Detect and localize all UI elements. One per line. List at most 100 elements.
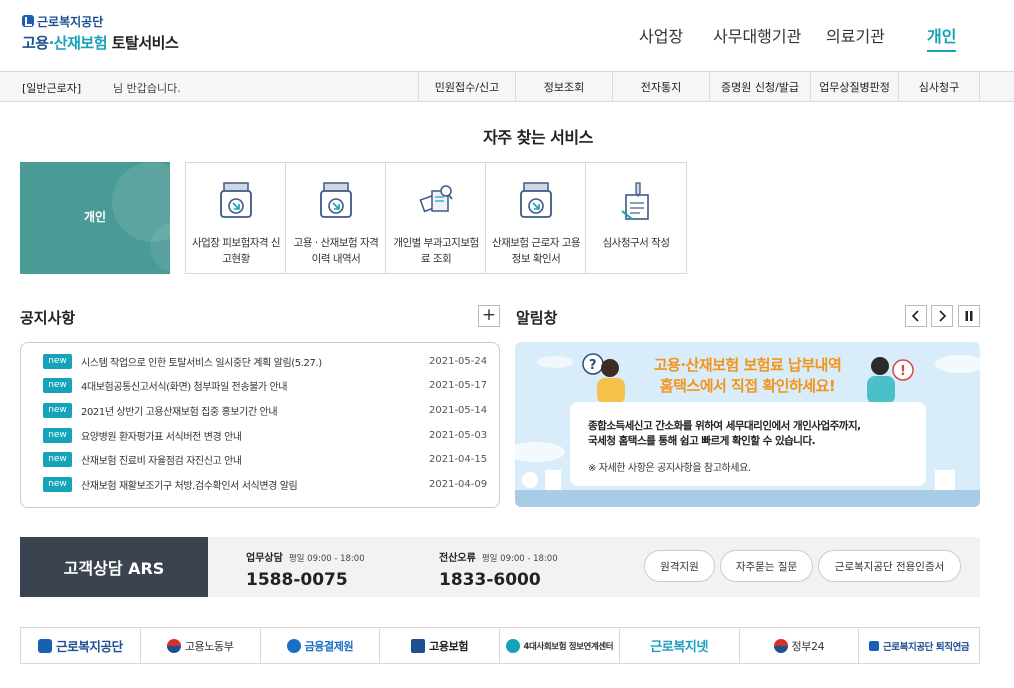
comwel-logo-icon	[868, 640, 879, 651]
document-tray-icon	[520, 182, 552, 218]
fav-item-label: 심사청구서 작성	[602, 237, 670, 249]
favorites-title: 자주 찾는 서비스	[483, 128, 593, 147]
related-4insure[interactable]: 4대사회보험 정보연계센터	[500, 628, 620, 663]
notice-row[interactable]: new 산재보험 재활보조기구 처방.검수확인서 서식변경 알림 2021-04…	[43, 475, 493, 493]
gnb-business[interactable]: 사업장	[639, 23, 683, 47]
alarm-next-button[interactable]	[931, 305, 953, 327]
banner-body-1: 종합소득세신고 간소화를 위하여 세무대리인에서 개인사업주까지,	[588, 420, 861, 432]
taegeuk-icon	[166, 638, 181, 653]
banner-card: 종합소득세신고 간소화를 위하여 세무대리인에서 개인사업주까지, 국세청 홈택…	[570, 402, 926, 486]
fav-item-insured-status[interactable]: 사업장 피보험자격 신고현황	[186, 163, 286, 273]
notice-row-date: 2021-05-03	[429, 429, 488, 441]
favorites-category-label: 개인	[83, 210, 107, 224]
related-comwel[interactable]: 근로복지공단	[21, 628, 141, 663]
cs-block-work: 업무상담 평일 09:00 - 18:00 1588-0075	[246, 549, 365, 590]
cs-block-label-row: 업무상담 평일 09:00 - 18:00	[246, 549, 365, 564]
notice-row[interactable]: new 시스템 작업으로 인한 토탈서비스 일시중단 계획 알림(5.27.) …	[43, 352, 493, 370]
new-badge: new	[43, 427, 72, 443]
notice-row[interactable]: new 요양병원 환자평가표 서식버전 변경 안내 2021-05-03	[43, 426, 493, 444]
sub-menu: 민원접수/신고 정보조회 전자통지 증명원 신청/발급 업무상질병판정 심사청구	[418, 72, 980, 102]
customer-service-bar: 고객상담 ARS 업무상담 평일 09:00 - 18:00 1588-0075 …	[20, 537, 980, 597]
fav-item-employment-confirmation[interactable]: 산재보험 근로자 고용정보 확인서	[486, 163, 586, 273]
notice-row-date: 2021-04-09	[429, 478, 488, 490]
favorites-grid: 사업장 피보험자격 신고현황 고용 · 산재보험 자격 이력 내역서 개인별 부…	[185, 162, 687, 274]
welcome-text: 님 반갑습니다.	[113, 82, 181, 95]
certificate-button[interactable]: 근로복지공단 전용인증서	[818, 550, 961, 582]
cs-block-number: 1833-6000	[439, 570, 541, 590]
notice-row-date: 2021-05-14	[429, 404, 488, 416]
submenu-review[interactable]: 심사청구	[898, 72, 980, 102]
logo-top-text: 근로복지공단	[22, 14, 178, 29]
submenu-disease[interactable]: 업무상질병판정	[810, 72, 898, 102]
submenu-info[interactable]: 정보조회	[515, 72, 612, 102]
banner-body-2: 국세청 홈택스를 통해 쉽고 빠르게 확인할 수 있습니다.	[588, 435, 816, 447]
related-label: 4대사회보험 정보연계센터	[523, 641, 614, 652]
logo-part-c: 토탈서비스	[107, 34, 179, 52]
related-ei[interactable]: 고용보험	[380, 628, 500, 663]
logo-part-b: ·산재보험	[48, 34, 108, 52]
gnb-individual[interactable]: 개인	[927, 23, 957, 52]
user-type: [일반근로자]	[22, 82, 82, 95]
related-pension[interactable]: 근로복지공단 퇴직연금	[859, 628, 979, 663]
chevron-left-icon	[911, 310, 919, 322]
related-gov24[interactable]: 정부24	[740, 628, 860, 663]
notice-row-date: 2021-04-15	[429, 453, 488, 465]
submenu-civil[interactable]: 민원접수/신고	[418, 72, 515, 102]
related-sites: 근로복지공단 고용노동부 금융결제원 고용보험 4대사회보험 정보연계센터 근로…	[20, 627, 980, 664]
notice-row-date: 2021-05-17	[429, 379, 488, 391]
site-logo[interactable]: 근로복지공단 고용·산재보험 토탈서비스	[22, 14, 179, 53]
notice-title: 공지사항	[20, 309, 76, 327]
notice-row[interactable]: new 2021년 상반기 고용산재보험 집중 홍보기간 안내 2021-05-…	[43, 401, 493, 419]
comwel-logo-icon	[38, 638, 53, 653]
fav-item-qualification-history[interactable]: 고용 · 산재보험 자격 이력 내역서	[286, 163, 386, 273]
notice-row[interactable]: new 4대보험공통신고서식(화면) 첨부파일 전송불가 안내 2021-05-…	[43, 376, 493, 394]
related-label: 고용보험	[429, 639, 469, 653]
fav-item-appeal-form[interactable]: 심사청구서 작성	[586, 163, 686, 273]
related-kftc[interactable]: 금융결제원	[261, 628, 381, 663]
notice-more-button[interactable]: +	[478, 305, 500, 327]
document-tray-icon	[220, 182, 252, 218]
banner-headline-1: 고용·산재보험 보험료 납부내역	[653, 356, 842, 374]
cs-block-number: 1588-0075	[246, 570, 348, 590]
submenu-enotice[interactable]: 전자통지	[612, 72, 709, 102]
notice-list: new 시스템 작업으로 인한 토탈서비스 일시중단 계획 알림(5.27.) …	[20, 342, 500, 508]
fav-item-label: 개인별 부과고지보험료 조회	[393, 237, 479, 265]
notice-row[interactable]: new 산재보험 진료비 자율점검 자진신고 안내 2021-04-15	[43, 450, 493, 468]
faq-button[interactable]: 자주묻는 질문	[720, 550, 813, 582]
banner-note: ※ 자세한 사항은 공지사항을 참고하세요.	[588, 463, 751, 474]
related-label: 근로복지넷	[650, 640, 709, 655]
logo-org-name: 근로복지공단	[37, 14, 104, 29]
alarm-banner[interactable]: ? ! 고용·산재보험 보험료 납부내역 홈택스에서 직접 확인하세요! 종합소…	[515, 342, 980, 507]
4insure-logo-icon	[505, 638, 520, 653]
related-label: 금융결제원	[304, 639, 354, 653]
gnb-medical[interactable]: 의료기관	[826, 23, 885, 47]
cs-block-label-row: 전산오류 평일 09:00 - 18:00	[439, 549, 558, 564]
cs-block-hours: 평일 09:00 - 18:00	[481, 554, 558, 564]
logo-part-a: 고용	[22, 34, 49, 52]
sub-menu-bar: [일반근로자] 님 반갑습니다. 민원접수/신고 정보조회 전자통지 증명원 신…	[0, 72, 1014, 102]
cs-title: 고객상담 ARS	[20, 537, 208, 597]
cs-block-label: 전산오류	[439, 553, 476, 564]
logo-service-name: 고용·산재보험 토탈서비스	[22, 32, 179, 53]
new-badge: new	[43, 476, 72, 492]
gnb-agency[interactable]: 사무대행기관	[713, 23, 801, 47]
cs-block-hours: 평일 09:00 - 18:00	[288, 554, 365, 564]
favorites-category-box[interactable]: 개인	[20, 162, 170, 274]
new-badge: new	[43, 451, 72, 467]
remote-support-button[interactable]: 원격지원	[644, 550, 715, 582]
document-search-icon	[419, 185, 453, 213]
related-moel[interactable]: 고용노동부	[141, 628, 261, 663]
submenu-certificate[interactable]: 증명원 신청/발급	[709, 72, 810, 102]
fav-item-premium-inquiry[interactable]: 개인별 부과고지보험료 조회	[386, 163, 486, 273]
banner-headline-2: 홈택스에서 직접 확인하세요!	[659, 377, 836, 395]
banner-ground	[515, 490, 980, 507]
alarm-pause-button[interactable]	[958, 305, 980, 327]
cs-block-label: 업무상담	[246, 553, 283, 564]
site-header: 근로복지공단 고용·산재보험 토탈서비스 사업장 사무대행기관 의료기관 개인	[0, 0, 1014, 72]
notice-row-date: 2021-05-24	[429, 355, 488, 367]
fav-item-label: 산재보험 근로자 고용정보 확인서	[491, 237, 581, 265]
related-welfarenet[interactable]: 근로복지넷	[620, 628, 740, 663]
alarm-prev-button[interactable]	[905, 305, 927, 327]
related-label: 근로복지공단	[56, 639, 123, 654]
related-label: 정부24	[791, 639, 825, 653]
